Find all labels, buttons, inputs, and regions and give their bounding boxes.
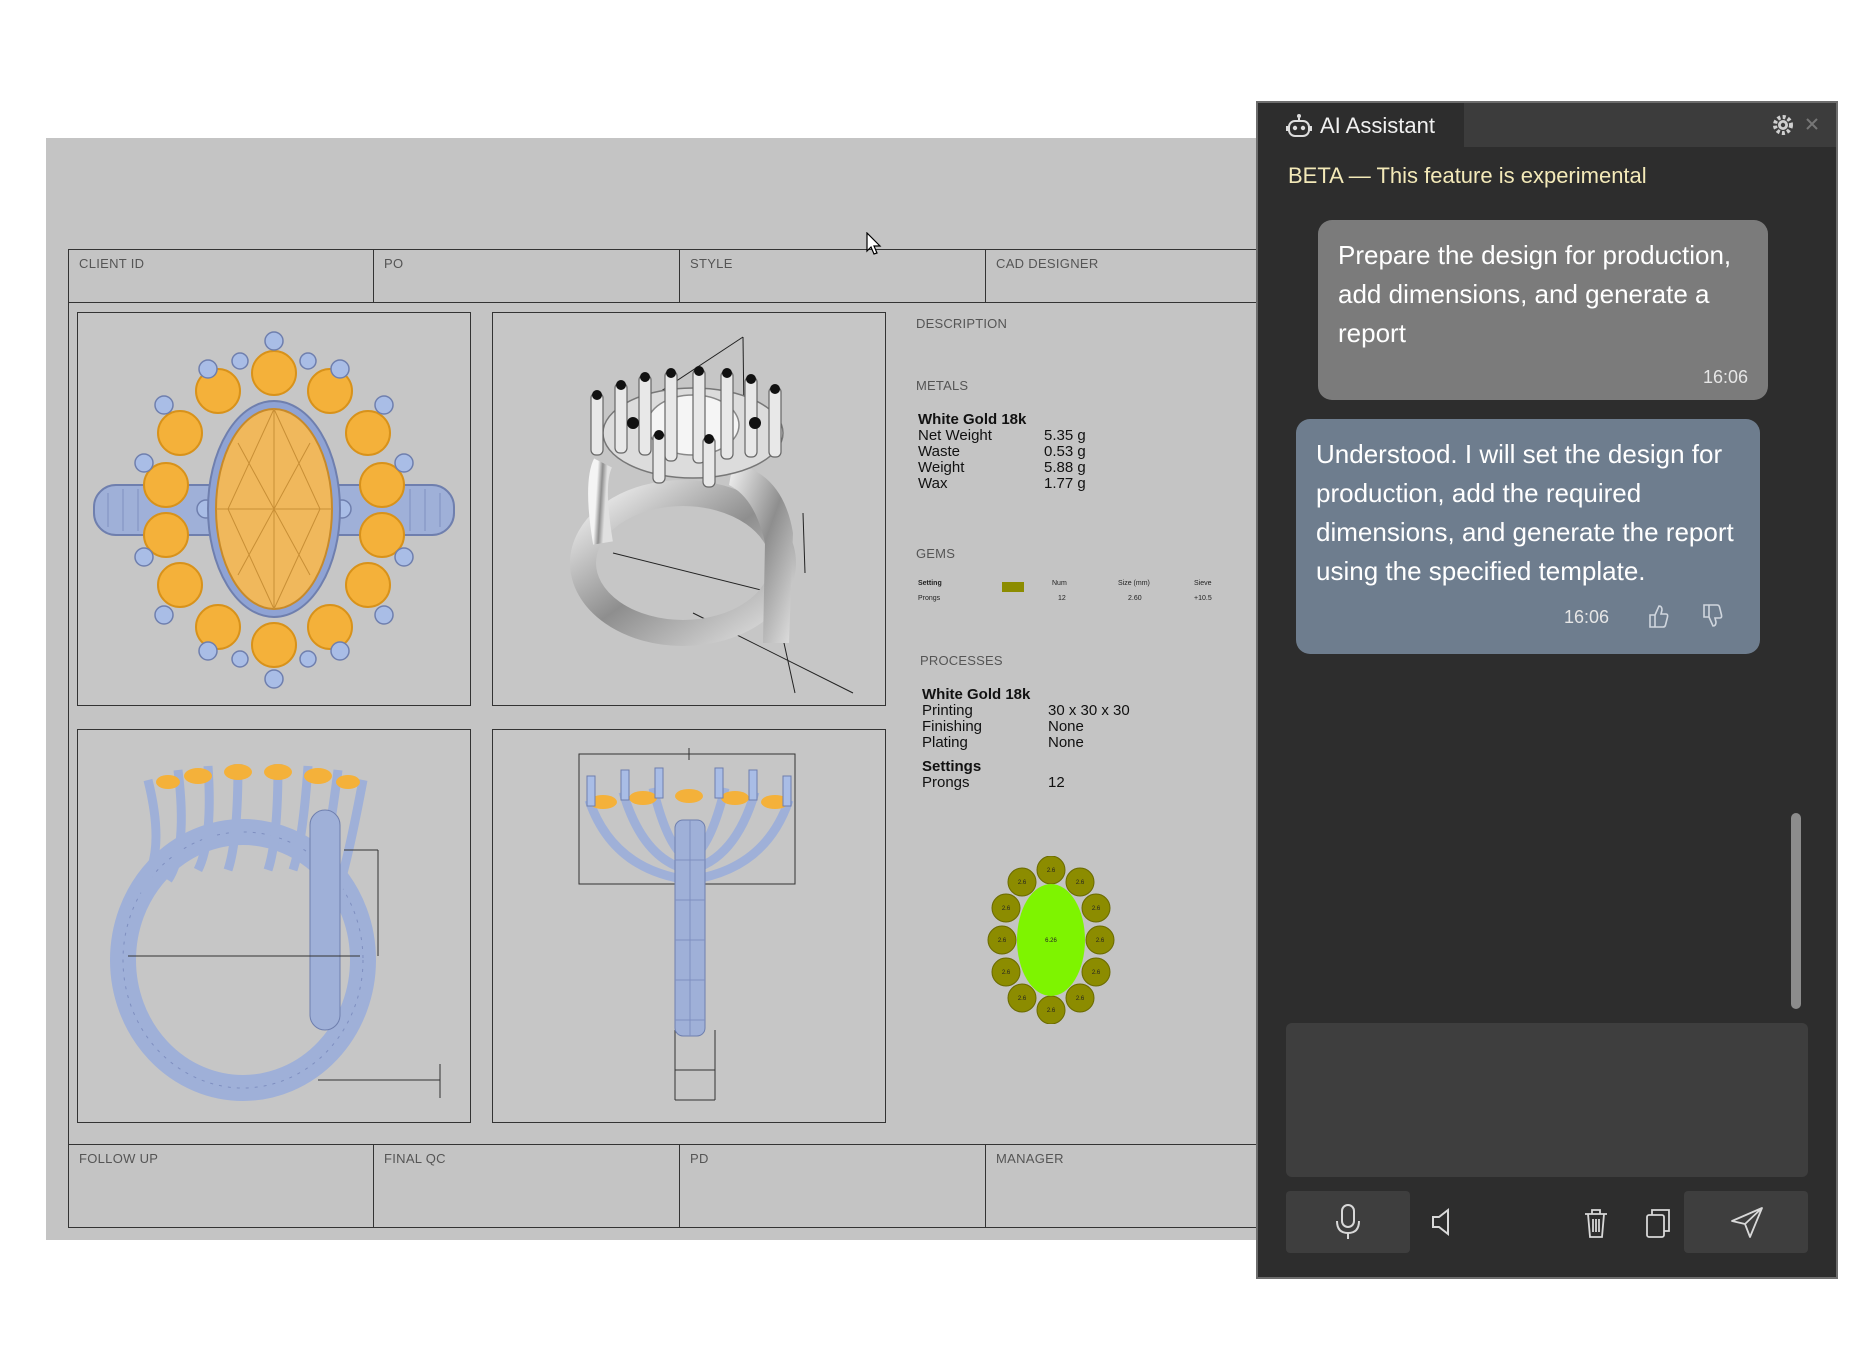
- gems-cell-num: 12: [1058, 595, 1066, 602]
- pd-label: PD: [690, 1151, 709, 1166]
- center-stone-label: 6.26: [1045, 938, 1057, 944]
- side-stone-label: 2.6: [1096, 938, 1105, 944]
- ring-top-view-image: [93, 331, 455, 689]
- user-message-bubble: Prepare the design for production, add d…: [1318, 220, 1768, 400]
- user-message-time: 16:06: [1702, 367, 1748, 387]
- metal-name: White Gold 18k: [918, 411, 1027, 428]
- robot-icon: [1286, 114, 1312, 137]
- process-row: Finishing None: [922, 718, 1084, 735]
- gems-cell-sieve: +10.5: [1194, 595, 1212, 602]
- metal-row: Net Weight 5.35 g: [918, 427, 1086, 444]
- metal-row: Waste 0.53 g: [918, 443, 1086, 460]
- stone-layout-map: 6.26 2.6 2.6 2.6 2.6 2.6 2.6 2.6 2.6 2.6…: [987, 856, 1115, 1024]
- side-stone-label: 2.6: [1018, 880, 1027, 886]
- metal-row: Weight 5.88 g: [918, 459, 1086, 476]
- ai-assistant-tab[interactable]: AI Assistant: [1258, 103, 1464, 147]
- side-stone-label: 2.6: [1047, 868, 1056, 874]
- panel-title: AI Assistant: [1320, 113, 1435, 138]
- gems-header-num: Num: [1052, 580, 1067, 587]
- gems-cell-setting: Prongs: [918, 595, 941, 602]
- microphone-button[interactable]: [1286, 1191, 1410, 1253]
- send-button[interactable]: [1684, 1191, 1808, 1253]
- user-message-text: Prepare the design for production, add d…: [1338, 240, 1732, 348]
- assistant-message-bubble: Understood. I will set the design for pr…: [1296, 419, 1760, 654]
- manager-label: MANAGER: [996, 1151, 1064, 1166]
- mouse-cursor-icon: [866, 232, 882, 255]
- side-stone-label: 2.6: [1018, 996, 1027, 1002]
- side-stone-label: 2.6: [998, 938, 1007, 944]
- side-stone-label: 2.6: [1002, 970, 1011, 976]
- process-row: Plating None: [922, 734, 1084, 751]
- trash-icon[interactable]: [1582, 1207, 1610, 1239]
- ring-side-view-image: [110, 763, 441, 1101]
- final-qc-cell: FINAL QC: [374, 1144, 680, 1228]
- chat-scrollbar[interactable]: [1791, 813, 1801, 1009]
- gear-icon[interactable]: [1772, 114, 1794, 136]
- metals-table: White Gold 18k Net Weight 5.35 g Waste 0.5…: [918, 412, 1086, 492]
- description-label: DESCRIPTION: [916, 316, 1008, 331]
- gems-header-sieve: Sieve: [1194, 580, 1212, 587]
- beta-notice: BETA — This feature is experimental: [1288, 163, 1647, 188]
- processes-table: White Gold 18k Printing 30 x 30 x 30 Fini…: [922, 687, 1130, 791]
- side-stone-label: 2.6: [1092, 906, 1101, 912]
- gems-header-size: Size (mm): [1118, 580, 1150, 587]
- po-label: PO: [384, 256, 404, 271]
- front-view-panel: [492, 729, 886, 1123]
- ring-perspective-image: [570, 336, 854, 694]
- side-stone-label: 2.6: [1002, 906, 1011, 912]
- side-stone-label: 2.6: [1076, 880, 1085, 886]
- style-cell: STYLE: [680, 249, 986, 303]
- ai-assistant-panel: AI Assistant BETA — This feature is expe…: [1256, 101, 1838, 1279]
- follow-up-cell: FOLLOW UP: [68, 1144, 374, 1228]
- po-cell: PO: [374, 249, 680, 303]
- gems-header-setting: Setting: [918, 580, 942, 587]
- style-label: STYLE: [690, 256, 733, 271]
- perspective-view-panel: [492, 312, 886, 706]
- thumbs-down-icon[interactable]: [1700, 603, 1724, 629]
- gems-cell-size: 2.60: [1128, 595, 1142, 602]
- side-stone-label: 2.6: [1076, 996, 1085, 1002]
- gems-label: GEMS: [916, 546, 956, 561]
- settings-title: Settings: [922, 758, 982, 775]
- side-stone-label: 2.6: [1092, 970, 1101, 976]
- microphone-icon: [1336, 1204, 1360, 1239]
- client-id-label: CLIENT ID: [79, 256, 145, 271]
- close-icon[interactable]: [1806, 118, 1818, 130]
- process-metal-name: White Gold 18k: [922, 686, 1031, 703]
- metal-row: Wax 1.77 g: [918, 475, 1086, 492]
- follow-up-label: FOLLOW UP: [79, 1151, 159, 1166]
- report-sheet: CLIENT ID PO STYLE CAD DESIGNER DESCRIPT…: [46, 138, 1258, 1240]
- send-icon: [1731, 1207, 1763, 1238]
- copy-icon[interactable]: [1644, 1207, 1672, 1239]
- client-id-cell: CLIENT ID: [68, 249, 374, 303]
- cad-designer-label: CAD DESIGNER: [996, 256, 1099, 271]
- process-row: Printing 30 x 30 x 30: [922, 702, 1130, 719]
- manager-cell: MANAGER: [986, 1144, 1258, 1228]
- thumbs-up-icon[interactable]: [1646, 603, 1670, 629]
- side-view-panel: [77, 729, 471, 1123]
- side-stone-label: 2.6: [1047, 1008, 1056, 1014]
- assistant-message-text: Understood. I will set the design for pr…: [1316, 439, 1734, 586]
- pd-cell: PD: [680, 1144, 986, 1228]
- cad-designer-cell: CAD DESIGNER: [986, 249, 1258, 303]
- settings-row: Prongs 12: [922, 774, 1065, 791]
- gems-table: Setting Num Size (mm) Sieve Prongs 12 2.…: [918, 580, 1258, 610]
- message-input[interactable]: [1286, 1023, 1808, 1177]
- assistant-message-time: 16:06: [1564, 607, 1610, 627]
- metals-label: METALS: [916, 378, 969, 393]
- processes-label: PROCESSES: [920, 653, 1003, 668]
- final-qc-label: FINAL QC: [384, 1151, 446, 1166]
- speaker-icon[interactable]: [1430, 1207, 1456, 1237]
- ring-front-view-image: [578, 748, 796, 1101]
- top-view-panel: [77, 312, 471, 706]
- gem-color-swatch: [1002, 582, 1024, 592]
